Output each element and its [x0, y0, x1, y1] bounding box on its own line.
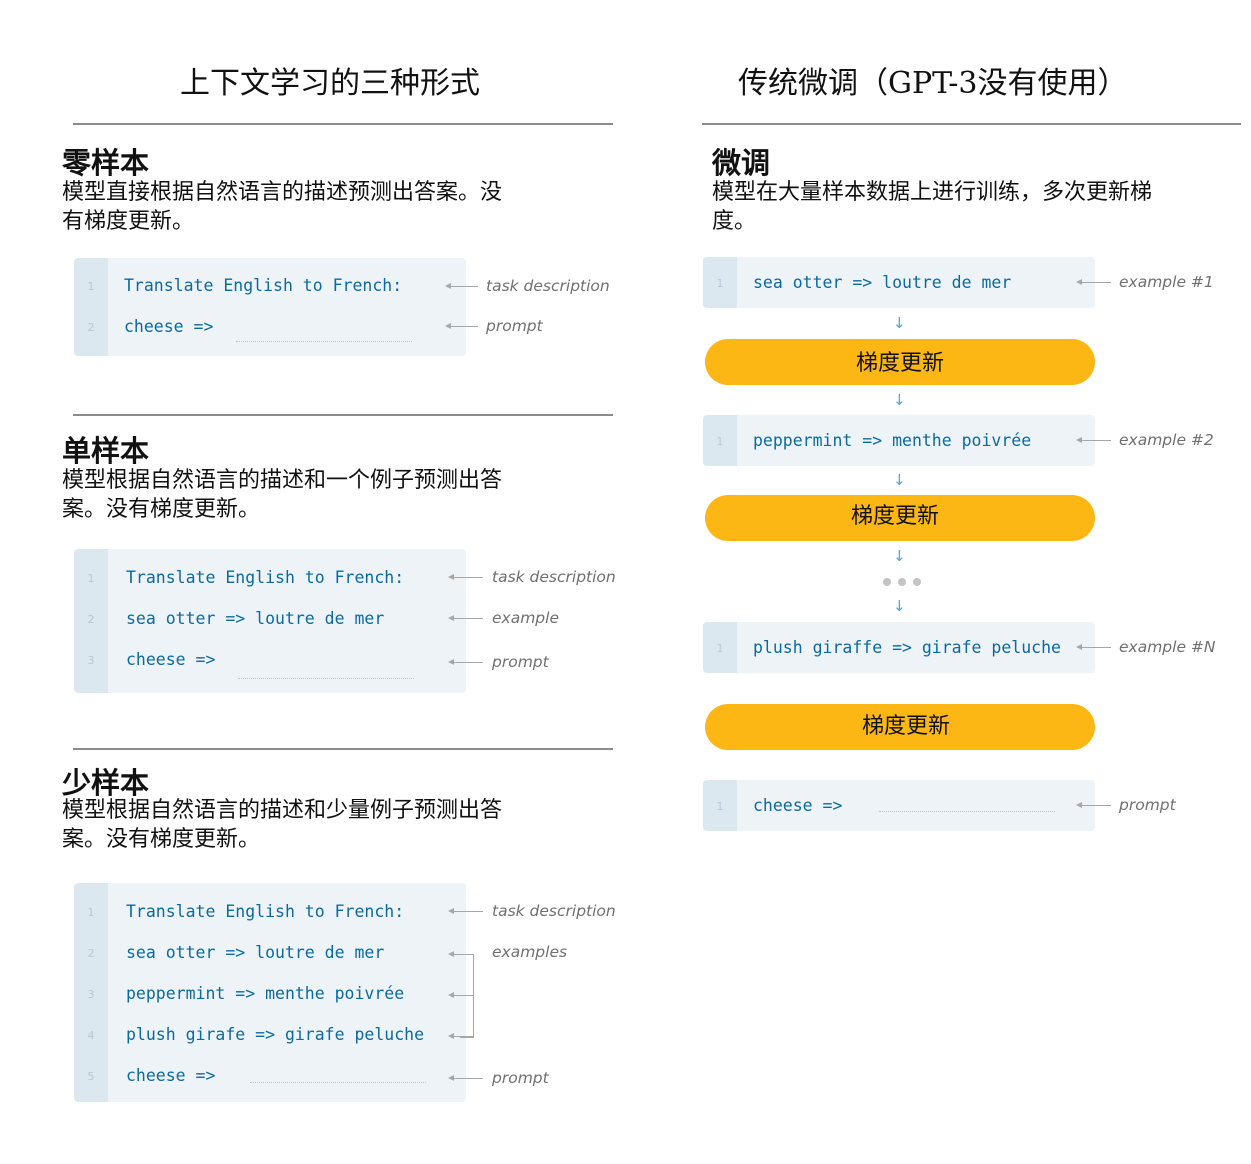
line-number: 2: [87, 947, 95, 960]
code-line: Translate English to French:: [124, 276, 403, 295]
answer-placeholder: [879, 810, 1055, 812]
one-shot-description: 模型根据自然语言的描述和一个例子预测出答 案。没有梯度更新。: [62, 468, 503, 522]
zero-shot-code-block: 1 Translate English to French: 2 cheese …: [74, 258, 466, 356]
gradient-update-pill: 梯度更新: [705, 704, 1095, 750]
code-line: Translate English to French:: [126, 568, 405, 587]
arrow-down-icon: ↓: [893, 597, 906, 615]
zero-shot-title: 零样本: [62, 146, 150, 180]
line-number: 1: [716, 800, 724, 813]
answer-placeholder: [236, 340, 412, 342]
divider: [73, 123, 613, 125]
arrow-down-icon: ↓: [893, 471, 906, 489]
line-number: 1: [716, 642, 724, 655]
divider: [702, 123, 1241, 125]
code-line: cheese =>: [124, 317, 214, 336]
annotation-label: prompt: [492, 1069, 549, 1087]
answer-placeholder: [238, 677, 414, 679]
code-line: cheese =>: [126, 650, 216, 669]
gradient-update-pill: 梯度更新: [705, 495, 1095, 541]
ellipsis-dot: [883, 578, 891, 586]
line-number: 5: [87, 1070, 95, 1083]
code-line: peppermint => menthe poivrée: [126, 984, 405, 1003]
code-line: peppermint => menthe poivrée: [753, 431, 1032, 450]
arrow-down-icon: ↓: [893, 314, 906, 332]
line-number: 4: [87, 1029, 95, 1042]
code-line: cheese =>: [126, 1066, 216, 1085]
line-number: 2: [87, 613, 95, 626]
examples-bracket: [460, 954, 474, 1038]
annotation-label: task description: [486, 277, 610, 295]
few-shot-description: 模型根据自然语言的描述和少量例子预测出答 案。没有梯度更新。: [62, 798, 503, 852]
annotation-label: prompt: [492, 653, 549, 671]
code-line: sea otter => loutre de mer: [126, 943, 385, 962]
line-number: 2: [87, 321, 95, 334]
code-line: sea otter => loutre de mer: [753, 273, 1012, 292]
divider: [73, 414, 613, 416]
annotation-label: example #N: [1119, 638, 1216, 656]
code-line: sea otter => loutre de mer: [126, 609, 385, 628]
fine-tune-example-block: 1 sea otter => loutre de mer: [703, 257, 1095, 308]
line-number: 1: [87, 280, 95, 293]
answer-placeholder: [250, 1081, 426, 1083]
arrow-down-icon: ↓: [893, 547, 906, 565]
line-number: 3: [87, 988, 95, 1001]
zero-shot-description: 模型直接根据自然语言的描述预测出答案。没 有梯度更新。: [62, 180, 503, 234]
annotation-label: example #2: [1119, 431, 1214, 449]
fine-tune-prompt-block: 1 cheese =>: [703, 780, 1095, 831]
divider: [73, 748, 613, 750]
code-line: cheese =>: [753, 796, 843, 815]
line-number: 3: [87, 654, 95, 667]
annotation-label: prompt: [486, 317, 543, 335]
ellipsis-dot: [913, 578, 921, 586]
gradient-update-pill: 梯度更新: [705, 339, 1095, 385]
annotation-label: example: [492, 609, 559, 627]
annotation-label: task description: [492, 568, 616, 586]
right-column-title: 传统微调（GPT-3没有使用）: [738, 66, 1128, 101]
one-shot-code-block: 1 Translate English to French: 2 sea ott…: [74, 549, 466, 693]
annotation-label: prompt: [1119, 796, 1176, 814]
annotation-label: task description: [492, 902, 616, 920]
one-shot-title: 单样本: [62, 434, 150, 468]
line-gutter: [74, 258, 108, 356]
code-line: Translate English to French:: [126, 902, 405, 921]
fine-tune-example-block: 1 peppermint => menthe poivrée: [703, 415, 1095, 466]
line-number: 1: [87, 906, 95, 919]
line-number: 1: [87, 572, 95, 585]
ellipsis-dot: [898, 578, 906, 586]
code-line: plush girafe => girafe peluche: [126, 1025, 425, 1044]
fine-tune-example-block: 1 plush giraffe => girafe peluche: [703, 622, 1095, 673]
line-number: 1: [716, 277, 724, 290]
fine-tune-title: 微调: [712, 146, 771, 180]
arrow-down-icon: ↓: [893, 391, 906, 409]
code-line: plush giraffe => girafe peluche: [753, 638, 1061, 657]
annotation-label: examples: [492, 943, 568, 961]
few-shot-code-block: 1 Translate English to French: 2 sea ott…: [74, 883, 466, 1102]
fine-tune-description: 模型在大量样本数据上进行训练，多次更新梯 度。: [712, 180, 1153, 234]
annotation-label: example #1: [1119, 273, 1214, 291]
left-column-title: 上下文学习的三种形式: [180, 66, 480, 101]
line-number: 1: [716, 435, 724, 448]
